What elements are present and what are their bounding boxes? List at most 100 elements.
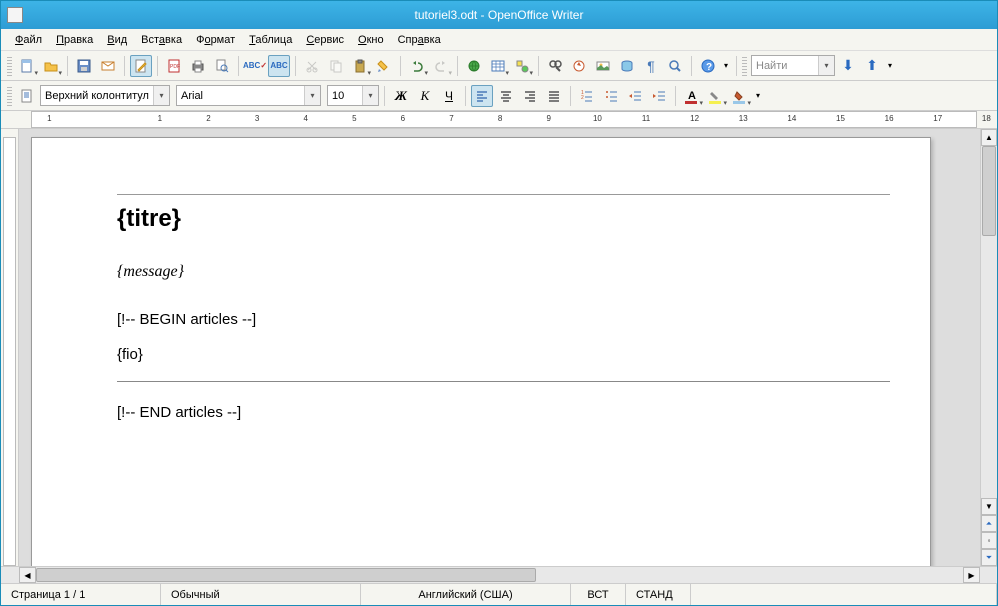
doc-fio[interactable]: {fio} xyxy=(117,346,890,363)
font-combo[interactable]: Arial▾ xyxy=(176,85,321,106)
svg-text:2: 2 xyxy=(581,95,584,101)
status-page[interactable]: Страница 1 / 1 xyxy=(1,584,161,605)
menu-format[interactable]: Формат xyxy=(190,32,241,48)
highlight-button[interactable] xyxy=(705,85,727,107)
grip-icon[interactable] xyxy=(742,55,747,77)
datasource-button[interactable] xyxy=(616,55,638,77)
export-pdf-button[interactable]: PDF xyxy=(163,55,185,77)
grip-icon[interactable] xyxy=(7,55,12,77)
print-button[interactable] xyxy=(187,55,209,77)
help-button[interactable]: ? xyxy=(697,55,719,77)
numbered-list-button[interactable]: 12 xyxy=(576,85,598,107)
navigator-button[interactable] xyxy=(568,55,590,77)
status-selection[interactable]: СТАНД xyxy=(626,584,691,605)
font-color-button[interactable]: A xyxy=(681,85,703,107)
align-right-button[interactable] xyxy=(519,85,541,107)
grip-icon[interactable] xyxy=(7,85,12,107)
size-combo[interactable]: 10▾ xyxy=(327,85,379,106)
scroll-thumb[interactable] xyxy=(36,568,536,582)
copy-button[interactable] xyxy=(325,55,347,77)
page[interactable]: {titre} {message} [!-- BEGIN articles --… xyxy=(31,137,931,566)
undo-button[interactable] xyxy=(406,55,428,77)
formatting-toolbar: Верхний колонтитул▾ Arial▾ 10▾ Ж К Ч 12 … xyxy=(1,81,997,111)
vertical-ruler[interactable] xyxy=(1,129,19,566)
find-prev-button[interactable]: ⬆ xyxy=(861,55,883,77)
bullet-list-button[interactable] xyxy=(600,85,622,107)
menu-insert[interactable]: Вставка xyxy=(135,32,188,48)
scroll-up-button[interactable]: ▲ xyxy=(981,129,997,146)
status-insert[interactable]: ВСТ xyxy=(571,584,626,605)
bgcolor-button[interactable] xyxy=(729,85,751,107)
find-combo[interactable]: Найти▾ xyxy=(751,55,835,76)
doc-separator xyxy=(117,381,890,382)
spellcheck-button[interactable]: ABC✓ xyxy=(244,55,266,77)
svg-text:?: ? xyxy=(706,62,712,73)
status-bar: Страница 1 / 1 Обычный Английский (США) … xyxy=(1,583,997,605)
paste-button[interactable] xyxy=(349,55,371,77)
menu-window[interactable]: Окно xyxy=(352,32,390,48)
table-button[interactable] xyxy=(487,55,509,77)
window-title: tutoriel3.odt - OpenOffice Writer xyxy=(415,8,584,22)
toolbar-menu-icon[interactable]: ▾ xyxy=(721,55,731,77)
toolbar-menu-icon[interactable]: ▾ xyxy=(753,85,763,107)
edit-button[interactable] xyxy=(130,55,152,77)
save-button[interactable] xyxy=(73,55,95,77)
next-page-button[interactable]: ⏷ xyxy=(981,549,997,566)
new-button[interactable] xyxy=(16,55,38,77)
menu-help[interactable]: Справка xyxy=(392,32,447,48)
zoom-button[interactable] xyxy=(664,55,686,77)
nonprinting-button[interactable]: ¶ xyxy=(640,55,662,77)
format-paintbrush-button[interactable] xyxy=(373,55,395,77)
prev-page-button[interactable]: ⏶ xyxy=(981,515,997,532)
toolbar-menu-icon[interactable]: ▾ xyxy=(885,55,895,77)
horizontal-scrollbar[interactable]: ◀ ▶ xyxy=(1,566,997,583)
app-icon xyxy=(7,7,23,23)
styles-button[interactable] xyxy=(16,85,38,107)
edit-area: {titre} {message} [!-- BEGIN articles --… xyxy=(1,129,997,566)
decrease-indent-button[interactable] xyxy=(624,85,646,107)
find-button[interactable] xyxy=(544,55,566,77)
doc-message[interactable]: {message} xyxy=(117,263,890,281)
svg-text:PDF: PDF xyxy=(170,64,180,70)
print-preview-button[interactable] xyxy=(211,55,233,77)
menu-bar[interactable]: Файл Правка Вид Вставка Формат Таблица С… xyxy=(1,29,997,51)
align-left-button[interactable] xyxy=(471,85,493,107)
scroll-down-button[interactable]: ▼ xyxy=(981,498,997,515)
scroll-right-button[interactable]: ▶ xyxy=(963,567,980,583)
document-viewport[interactable]: {titre} {message} [!-- BEGIN articles --… xyxy=(19,129,980,566)
bold-button[interactable]: Ж xyxy=(390,85,412,107)
menu-edit[interactable]: Правка xyxy=(50,32,99,48)
menu-table[interactable]: Таблица xyxy=(243,32,298,48)
scroll-thumb[interactable] xyxy=(982,146,996,236)
autospell-button[interactable]: ABC xyxy=(268,55,290,77)
status-style[interactable]: Обычный xyxy=(161,584,361,605)
vertical-scrollbar[interactable]: ▲ ▼ ⏶ ◦ ⏷ xyxy=(980,129,997,566)
status-rest xyxy=(691,584,997,605)
style-combo[interactable]: Верхний колонтитул▾ xyxy=(40,85,170,106)
doc-title[interactable]: {titre} xyxy=(117,205,890,233)
nav-object-button[interactable]: ◦ xyxy=(981,532,997,549)
scroll-left-button[interactable]: ◀ xyxy=(19,567,36,583)
underline-button[interactable]: Ч xyxy=(438,85,460,107)
menu-tools[interactable]: Сервис xyxy=(300,32,350,48)
increase-indent-button[interactable] xyxy=(648,85,670,107)
italic-button[interactable]: К xyxy=(414,85,436,107)
email-button[interactable] xyxy=(97,55,119,77)
cut-button[interactable] xyxy=(301,55,323,77)
menu-file[interactable]: Файл xyxy=(9,32,48,48)
hyperlink-button[interactable] xyxy=(463,55,485,77)
title-bar: tutoriel3.odt - OpenOffice Writer xyxy=(1,1,997,29)
doc-begin-marker[interactable]: [!-- BEGIN articles --] xyxy=(117,311,890,328)
menu-view[interactable]: Вид xyxy=(101,32,133,48)
redo-button[interactable] xyxy=(430,55,452,77)
find-next-button[interactable]: ⬇ xyxy=(837,55,859,77)
doc-end-marker[interactable]: [!-- END articles --] xyxy=(117,404,890,421)
draw-button[interactable] xyxy=(511,55,533,77)
align-center-button[interactable] xyxy=(495,85,517,107)
open-button[interactable] xyxy=(40,55,62,77)
horizontal-ruler[interactable]: 1123456789101112131415161718 xyxy=(1,111,997,129)
status-lang[interactable]: Английский (США) xyxy=(361,584,571,605)
align-justify-button[interactable] xyxy=(543,85,565,107)
gallery-button[interactable] xyxy=(592,55,614,77)
standard-toolbar: PDF ABC✓ ABC ¶ ? ▾ Найти▾ ⬇ ⬆ ▾ xyxy=(1,51,997,81)
